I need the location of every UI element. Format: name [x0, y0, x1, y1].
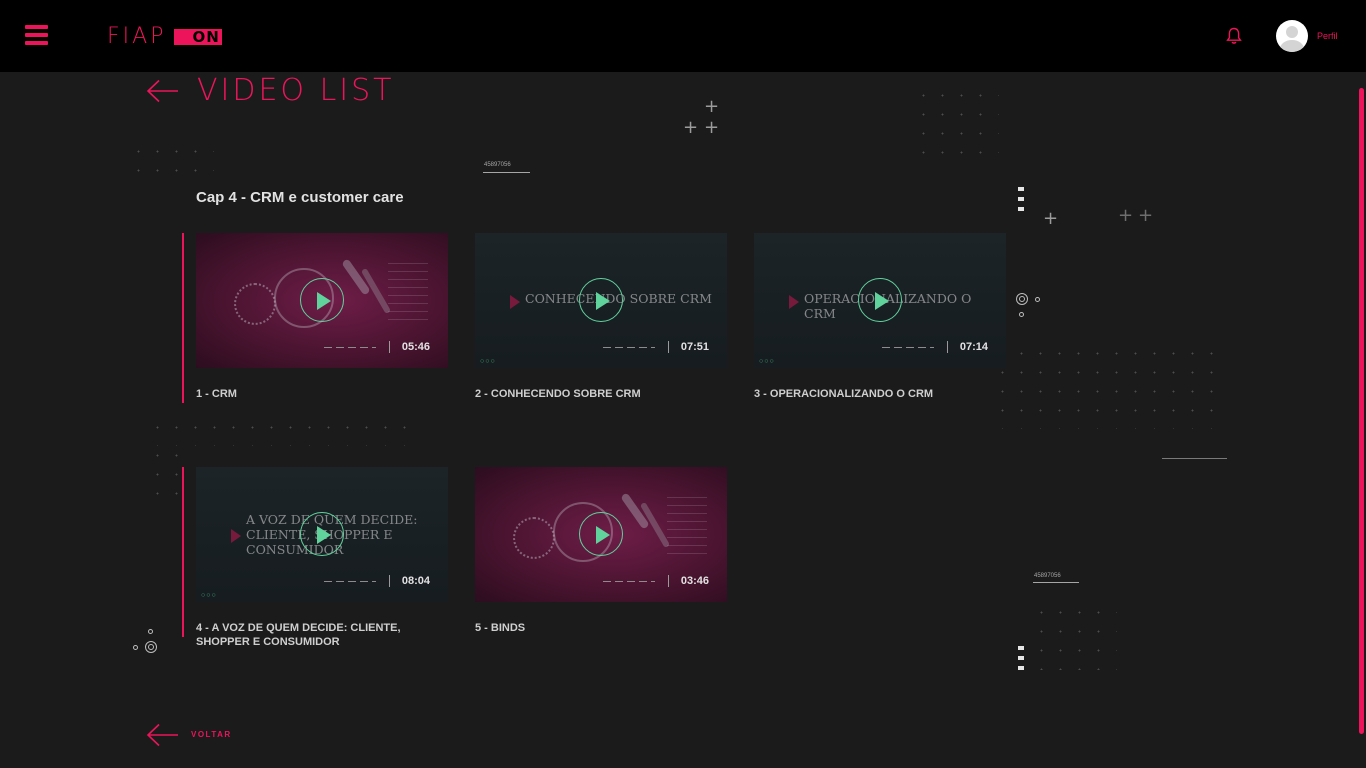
- logo-badge: ON: [174, 29, 222, 45]
- target-ring-decoration: [1019, 296, 1025, 302]
- bar-stack-decoration: [1018, 646, 1024, 676]
- progress-dashes: [324, 581, 376, 582]
- circle-decoration: [148, 629, 153, 634]
- video-title[interactable]: 2 - CONHECENDO SOBRE CRM: [475, 387, 727, 401]
- play-icon[interactable]: [579, 278, 623, 322]
- circle-decoration: [133, 645, 138, 650]
- plus-decoration: +: [1138, 205, 1154, 226]
- circle-decoration: [1035, 297, 1040, 302]
- play-icon[interactable]: [579, 512, 623, 556]
- video-card-5[interactable]: 03:46 5 - BINDS: [475, 467, 727, 635]
- dot-grid-decoration: [914, 86, 999, 170]
- bar-stack-decoration: [1018, 187, 1024, 217]
- page-title: VIDEO LIST: [197, 73, 395, 108]
- video-title[interactable]: 4 - A VOZ DE QUEM DECIDE: CLIENTE, SHOPP…: [196, 621, 448, 649]
- play-icon[interactable]: [300, 512, 344, 556]
- top-navigation-bar: FIAP ON Perfil: [0, 0, 1366, 72]
- logo-text: FIAP: [107, 24, 167, 49]
- video-thumbnail[interactable]: 03:46: [475, 467, 727, 602]
- video-card-2[interactable]: CONHECENDO SOBRE CRM 07:51 ○○○ 2 - CONHE…: [475, 233, 727, 401]
- video-thumbnail[interactable]: CONHECENDO SOBRE CRM 07:51 ○○○: [475, 233, 727, 368]
- video-card-4[interactable]: A VOZ DE QUEM DECIDE: CLIENTE, SHOPPER E…: [196, 467, 448, 649]
- code-tag: 45897056: [1034, 573, 1061, 579]
- thumbnail-overlay-text: A VOZ DE QUEM DECIDE: CLIENTE, SHOPPER E…: [246, 512, 418, 557]
- thumbnail-overlay-text: CONHECENDO SOBRE CRM: [525, 291, 712, 306]
- dot-grid-decoration: [1032, 603, 1117, 670]
- chapter-title: Cap 4 - CRM e customer care: [196, 189, 404, 206]
- thumbnail-overlay-text: OPERACIONALIZANDO O CRM: [804, 291, 972, 321]
- row-accent-bar: [182, 233, 184, 403]
- line-decoration: [1162, 458, 1227, 459]
- plus-decoration: +: [1118, 205, 1134, 226]
- video-card-1[interactable]: 05:46 1 - CRM: [196, 233, 448, 401]
- code-underline: [1033, 582, 1079, 583]
- back-arrow-icon[interactable]: [146, 79, 179, 103]
- profile-link[interactable]: Perfil: [1317, 31, 1338, 41]
- user-avatar-icon[interactable]: [1276, 20, 1308, 52]
- video-duration: 07:14: [959, 341, 988, 353]
- video-thumbnail[interactable]: OPERACIONALIZANDO O CRM 07:14 ○○○: [754, 233, 1006, 368]
- play-icon[interactable]: [858, 278, 902, 322]
- dot-grid-decoration: [148, 418, 418, 446]
- voltar-button[interactable]: VOLTAR: [191, 730, 232, 739]
- video-thumbnail[interactable]: A VOZ DE QUEM DECIDE: CLIENTE, SHOPPER E…: [196, 467, 448, 602]
- video-duration: 05:46: [401, 341, 430, 353]
- progress-dashes: [882, 347, 934, 348]
- progress-dashes: [603, 347, 655, 348]
- dot-grid-decoration: [148, 446, 193, 504]
- video-title[interactable]: 1 - CRM: [196, 387, 448, 401]
- video-title[interactable]: 3 - OPERACIONALIZANDO O CRM: [754, 387, 1006, 401]
- video-title[interactable]: 5 - BINDS: [475, 621, 727, 635]
- row-accent-bar: [182, 467, 184, 637]
- plus-decoration: +: [1043, 208, 1059, 229]
- voltar-arrow-icon[interactable]: [146, 723, 179, 747]
- progress-dashes: [603, 581, 655, 582]
- play-icon[interactable]: [300, 278, 344, 322]
- code-tag: 45897056: [484, 162, 511, 168]
- video-duration: 03:46: [680, 575, 709, 587]
- progress-dashes: [324, 347, 376, 348]
- bell-icon[interactable]: [1226, 27, 1242, 45]
- video-card-3[interactable]: OPERACIONALIZANDO O CRM 07:14 ○○○ 3 - OP…: [754, 233, 1006, 401]
- circle-decoration: [1019, 312, 1024, 317]
- scrollbar[interactable]: [1359, 88, 1364, 734]
- plus-decoration: +: [704, 117, 720, 138]
- dot-grid-decoration: [993, 344, 1227, 429]
- video-duration: 07:51: [680, 341, 709, 353]
- plus-decoration: +: [683, 117, 699, 138]
- video-thumbnail[interactable]: 05:46: [196, 233, 448, 368]
- video-duration: 08:04: [401, 575, 430, 587]
- code-underline: [483, 172, 530, 173]
- fiap-on-logo[interactable]: FIAP ON: [107, 24, 222, 49]
- hamburger-menu-icon[interactable]: [25, 25, 48, 46]
- dot-grid-decoration: [129, 142, 214, 172]
- target-ring-decoration: [148, 644, 154, 650]
- plus-decoration: +: [704, 96, 720, 117]
